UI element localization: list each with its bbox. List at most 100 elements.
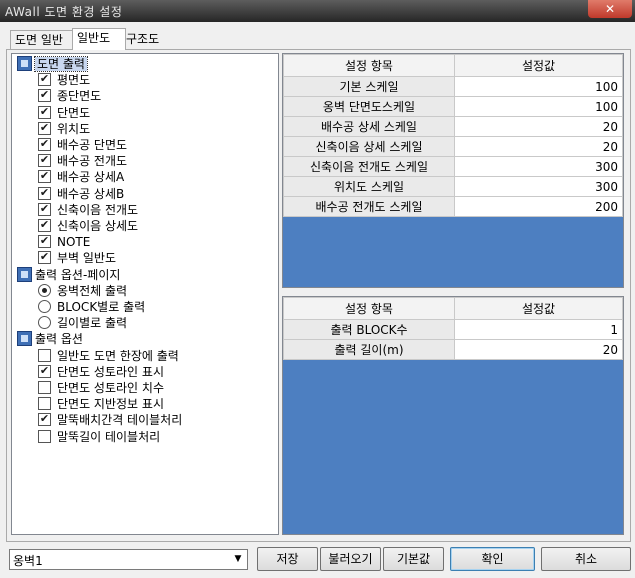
tree-group[interactable]: 출력 옵션 [17, 331, 83, 347]
tree-radio-item[interactable]: 옹벽전체 출력 [38, 283, 127, 299]
option-label: 신축이음 상세도 [57, 219, 139, 233]
tree-group[interactable]: 도면 출력 [17, 56, 88, 72]
checkbox[interactable]: ✔ [38, 73, 51, 87]
grid-row[interactable]: 위치도 스케일 300 [283, 176, 623, 197]
option-label: 평면도 [57, 73, 91, 88]
radio-button[interactable] [38, 283, 51, 297]
grid-row[interactable]: 배수공 상세 스케일 20 [283, 116, 623, 137]
option-label: 단면도 지반정보 표시 [57, 397, 164, 412]
setting-value-cell[interactable]: 300 [454, 176, 623, 197]
tree-check-item[interactable]: ✔ 평면도 [38, 72, 90, 88]
option-label: 단면도 성토라인 표시 [57, 364, 164, 379]
output-grid[interactable]: 설정 항목 설정값 출력 BLOCK수 1 출력 길이(m) 20 [282, 296, 624, 535]
tree-check-item[interactable]: ✔ 부벽 일반도 [38, 250, 116, 266]
option-label: 말뚝배치간격 테이블처리 [57, 413, 183, 428]
wall-select[interactable]: 옹벽1 ▼ [9, 549, 248, 570]
checkbox[interactable] [38, 381, 51, 394]
group-icon [17, 331, 32, 347]
setting-name-cell: 출력 길이(m) [283, 339, 455, 360]
setting-value-cell[interactable]: 20 [454, 116, 623, 137]
checkbox[interactable] [38, 397, 51, 411]
tree-check-item[interactable]: ✔ 배수공 단면도 [38, 137, 127, 153]
load-button[interactable]: 불러오기 [320, 547, 381, 571]
setting-name-cell: 출력 BLOCK수 [283, 319, 455, 340]
tree-radio-item[interactable]: 길이별로 출력 [38, 315, 127, 331]
group-icon [17, 266, 32, 282]
checkbox[interactable]: ✔ [38, 251, 51, 265]
checkbox[interactable]: ✔ [38, 89, 51, 103]
checkbox[interactable]: ✔ [38, 121, 51, 135]
radio-button[interactable] [38, 316, 51, 330]
tree-check-item[interactable]: 단면도 지반정보 표시 [38, 396, 164, 412]
checkbox[interactable]: ✔ [38, 364, 51, 378]
grid-row[interactable]: 신축이음 전개도 스케일 300 [283, 156, 623, 177]
checkbox[interactable] [38, 348, 51, 362]
tree-group[interactable]: 출력 옵션-페이지 [17, 266, 120, 283]
option-label: 단면도 성토라인 치수 [57, 381, 164, 395]
checkbox[interactable]: ✔ [38, 186, 51, 200]
grid-row[interactable]: 신축이음 상세 스케일 20 [283, 136, 623, 157]
tree-radio-item[interactable]: BLOCK별로 출력 [38, 299, 145, 315]
tree-check-item[interactable]: ✔ 신축이음 전개도 [38, 202, 138, 218]
tree-check-item[interactable]: ✔ 단면도 [38, 105, 90, 121]
grid-row[interactable]: 출력 길이(m) 20 [283, 339, 623, 360]
grid-row[interactable]: 기본 스케일 100 [283, 76, 623, 97]
tree-check-item[interactable]: ✔ 종단면도 [38, 88, 101, 104]
column-header-item[interactable]: 설정 항목 [283, 297, 455, 320]
setting-value-cell[interactable]: 1 [454, 319, 623, 340]
tab-general-drawing[interactable]: 일반도 [72, 28, 126, 50]
tree-check-item[interactable]: ✔ 배수공 전개도 [38, 153, 127, 169]
window-title: AWall 도면 환경 설정 [5, 5, 123, 19]
grid-row[interactable]: 옹벽 단면도스케일 100 [283, 96, 623, 117]
column-header-item[interactable]: 설정 항목 [283, 54, 455, 77]
checkbox[interactable]: ✔ [38, 105, 51, 119]
column-header-value[interactable]: 설정값 [454, 54, 623, 77]
ok-button[interactable]: 확인 [450, 547, 535, 571]
checkbox[interactable]: ✔ [38, 138, 51, 151]
group-label: 도면 출력 [34, 56, 88, 72]
option-label: NOTE [57, 235, 91, 250]
checkbox[interactable]: ✔ [38, 170, 51, 184]
save-button[interactable]: 저장 [257, 547, 318, 571]
tree-check-item[interactable]: ✔ NOTE [38, 234, 90, 250]
tree-check-item[interactable]: 단면도 성토라인 치수 [38, 380, 164, 396]
setting-name-cell: 신축이음 전개도 스케일 [283, 156, 455, 177]
grid-row[interactable]: 출력 BLOCK수 1 [283, 319, 623, 340]
tree-check-item[interactable]: ✔ 배수공 상세A [38, 169, 124, 185]
setting-value-cell[interactable]: 300 [454, 156, 623, 177]
setting-value-cell[interactable]: 20 [454, 136, 623, 157]
tab-drawing-general[interactable]: 도면 일반 [10, 30, 76, 49]
tree-check-item[interactable]: ✔ 배수공 상세B [38, 186, 124, 202]
column-header-value[interactable]: 설정값 [454, 297, 623, 320]
tree-check-item[interactable]: 말뚝길이 테이블처리 [38, 429, 160, 445]
setting-name-cell: 기본 스케일 [283, 76, 455, 97]
setting-value-cell[interactable]: 200 [454, 196, 623, 217]
checkbox[interactable]: ✔ [38, 202, 51, 216]
checkbox[interactable]: ✔ [38, 154, 51, 168]
tree-check-item[interactable]: ✔ 단면도 성토라인 표시 [38, 364, 164, 380]
option-tree[interactable]: 도면 출력 ✔ 평면도 ✔ 종단면도 ✔ 단면도 ✔ 위치도 ✔ 배수공 단면도 ✔ 배수공 전개도 ✔ 배… [11, 53, 279, 535]
checkbox[interactable]: ✔ [38, 235, 51, 249]
checkbox[interactable]: ✔ [38, 219, 51, 232]
tab-structure-drawing[interactable]: 구조도 [122, 30, 174, 48]
default-button[interactable]: 기본값 [383, 547, 444, 571]
close-button[interactable]: ✕ [588, 0, 632, 18]
option-label: 부벽 일반도 [57, 251, 117, 266]
chevron-down-icon[interactable]: ▼ [231, 552, 245, 566]
grid-row[interactable]: 배수공 전개도 스케일 200 [283, 196, 623, 217]
checkbox[interactable]: ✔ [38, 413, 51, 427]
checkbox[interactable] [38, 429, 51, 443]
option-label: 배수공 상세A [57, 170, 125, 185]
scale-grid[interactable]: 설정 항목 설정값 기본 스케일 100 옹벽 단면도스케일 100 배수공 상세 스케… [282, 53, 624, 288]
cancel-button[interactable]: 취소 [541, 547, 631, 571]
tree-check-item[interactable]: ✔ 신축이음 상세도 [38, 218, 138, 234]
radio-button[interactable] [38, 300, 51, 313]
option-label: 말뚝길이 테이블처리 [57, 429, 161, 444]
tree-check-item[interactable]: ✔ 위치도 [38, 121, 90, 137]
setting-value-cell[interactable]: 20 [454, 339, 623, 360]
setting-value-cell[interactable]: 100 [454, 76, 623, 97]
tree-check-item[interactable]: 일반도 도면 한장에 출력 [38, 348, 179, 364]
setting-value-cell[interactable]: 100 [454, 96, 623, 117]
option-label: 위치도 [57, 121, 91, 136]
tree-check-item[interactable]: ✔ 말뚝배치간격 테이블처리 [38, 412, 182, 428]
